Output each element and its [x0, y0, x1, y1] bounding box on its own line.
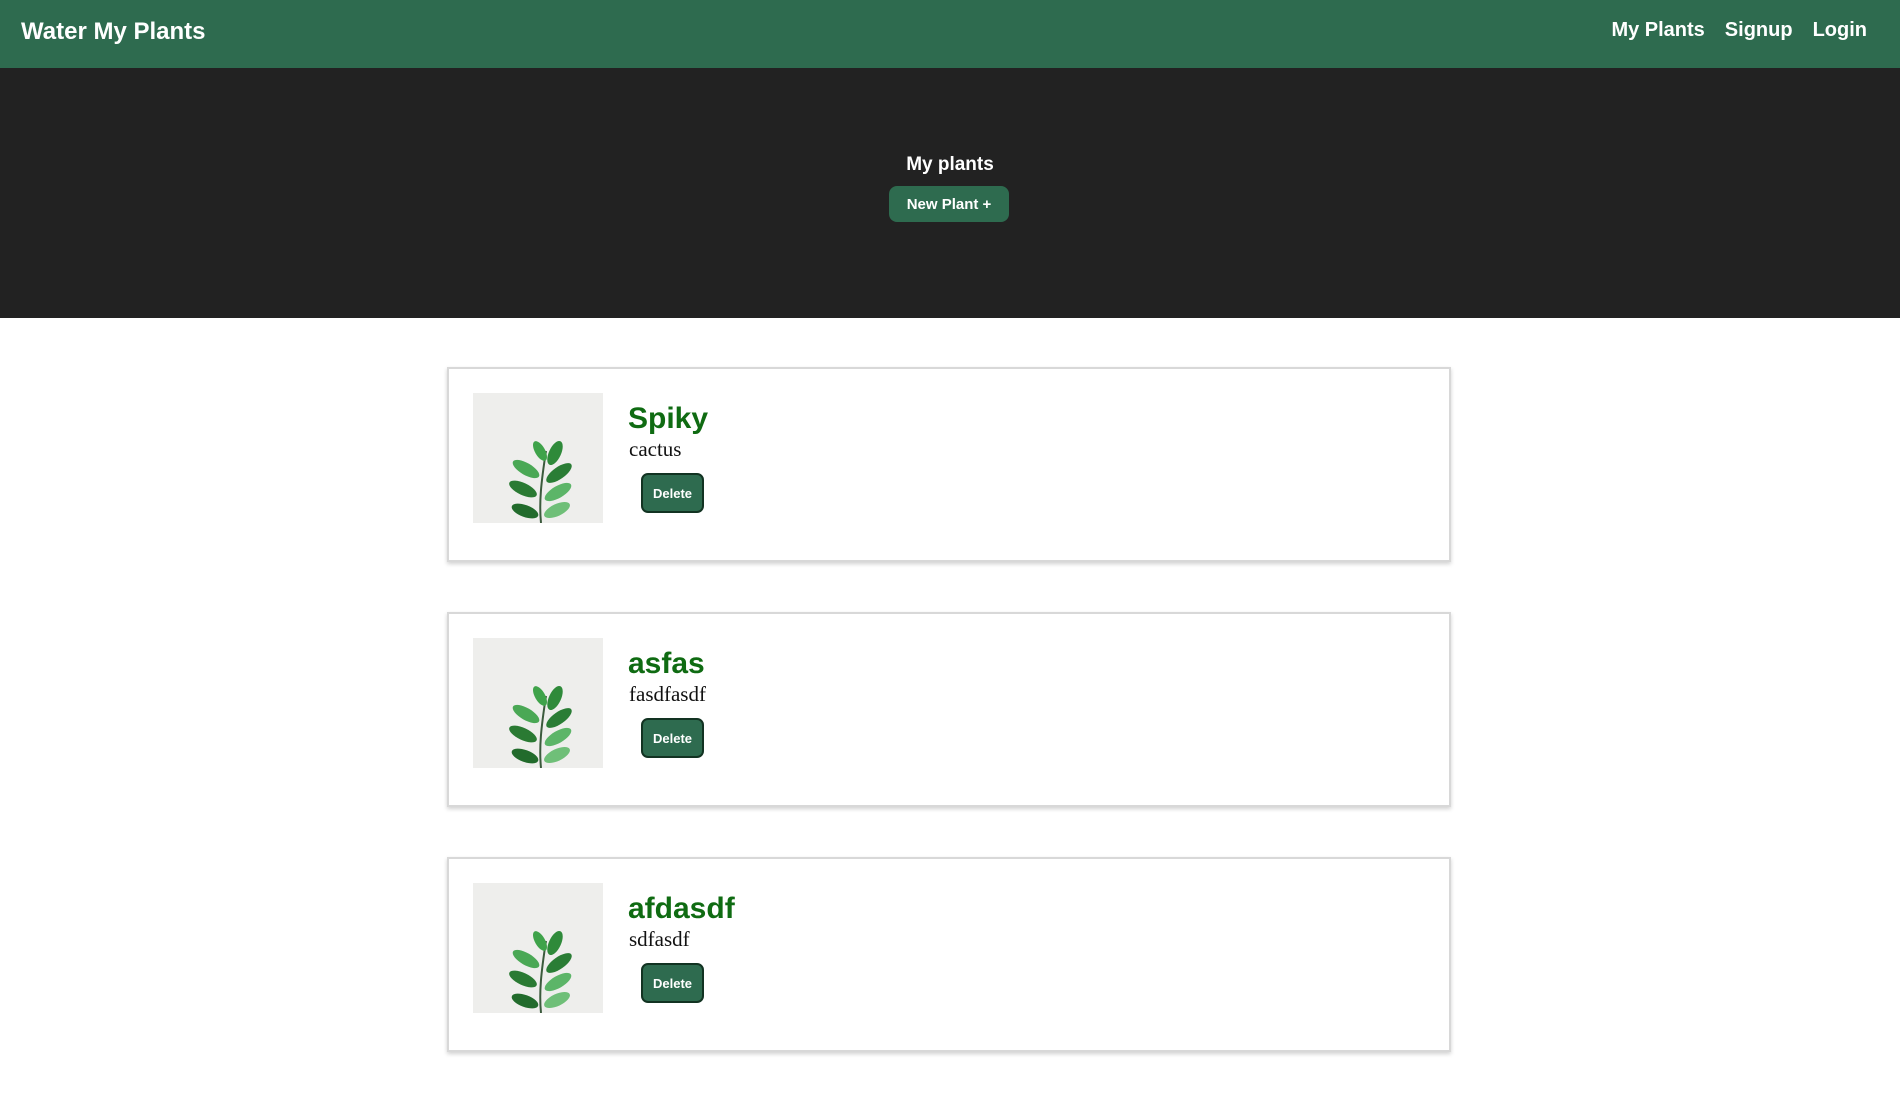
plant-photo-icon [473, 393, 603, 523]
new-plant-button[interactable]: New Plant + [889, 186, 1009, 222]
nav-links: My Plants Signup Login [1611, 0, 1867, 60]
plant-photo-icon [473, 883, 603, 1013]
plant-name: Spiky [628, 402, 709, 435]
delete-button[interactable]: Delete [641, 963, 704, 1003]
nav-link-signup[interactable]: Signup [1725, 19, 1793, 42]
plant-photo-icon [473, 638, 603, 768]
delete-button[interactable]: Delete [641, 473, 704, 513]
plant-list: Spiky cactus Delete asfas fasdfasdf Dele… [447, 367, 1451, 1102]
plant-species: fasdfasdf [629, 682, 706, 706]
nav-link-login[interactable]: Login [1813, 19, 1867, 42]
hero-banner: My plants New Plant + [0, 68, 1900, 318]
plant-card: asfas fasdfasdf Delete [447, 612, 1451, 807]
plant-card: afdasdf sdfasdf Delete [447, 857, 1451, 1052]
delete-button[interactable]: Delete [641, 718, 704, 758]
top-navbar: Water My Plants My Plants Signup Login [0, 0, 1900, 68]
brand-logo[interactable]: Water My Plants [21, 0, 206, 64]
plant-name: asfas [628, 647, 705, 680]
plant-species: sdfasdf [629, 927, 690, 951]
nav-link-my-plants[interactable]: My Plants [1611, 19, 1704, 42]
page-title: My plants [906, 154, 994, 175]
plant-species: cactus [629, 437, 682, 461]
plant-name: afdasdf [628, 892, 735, 925]
plant-card: Spiky cactus Delete [447, 367, 1451, 562]
